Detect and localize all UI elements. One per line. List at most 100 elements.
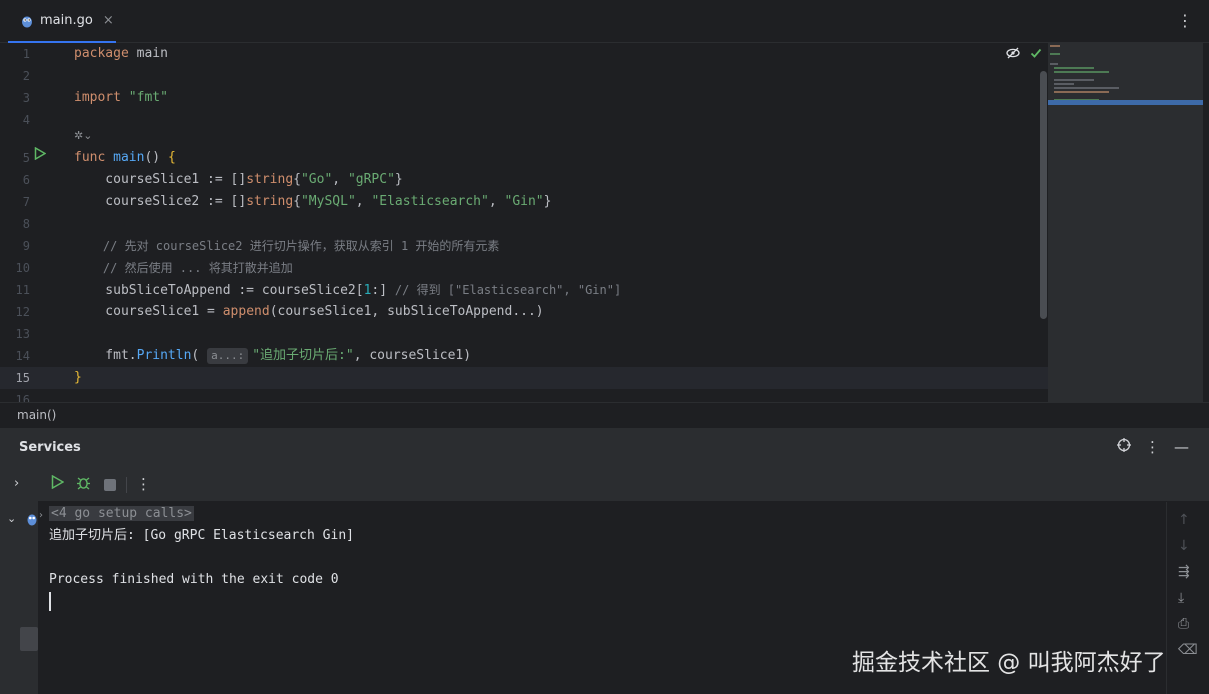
console-toolbar: ↑ ↓ ⇶ ⤓ ⎙ ⌫ (1166, 502, 1209, 694)
editor-scrollbar[interactable] (1040, 71, 1047, 319)
line-number: 8 (22, 217, 30, 231)
line-number: 7 (22, 195, 30, 209)
stop-icon[interactable] (104, 479, 116, 491)
more-icon[interactable]: ⋮ (136, 475, 151, 493)
string-literal: "MySQL" (300, 194, 356, 209)
code-text: courseSlice1 = (74, 304, 223, 319)
code-text: , (355, 194, 372, 209)
code-minimap[interactable] (1048, 43, 1203, 402)
code-line: 14 fmt.Println( a...: "追加子切片后:", courseSl… (0, 345, 1048, 367)
code-text: , courseSlice1) (353, 348, 472, 363)
ai-suggestion-icon[interactable]: ✲⌄ (74, 129, 92, 142)
code-comment: // 然后使用 ... 将其打散并追加 (74, 261, 293, 275)
line-number: 14 (15, 349, 30, 363)
builtin-function: append (222, 304, 270, 319)
scroll-up-icon[interactable]: ↑ (1178, 512, 1190, 528)
toolbar-divider (126, 477, 127, 493)
close-icon[interactable]: × (103, 13, 114, 28)
debug-icon[interactable] (76, 475, 91, 494)
code-text: subSliceToAppend := courseSlice2[ (74, 283, 364, 298)
brace: } (74, 370, 82, 385)
keyword: import (74, 90, 121, 105)
code-line: 12 courseSlice1 = append(courseSlice1, s… (0, 301, 1048, 323)
panel-title: Services (19, 440, 81, 455)
fold-icon[interactable]: › (39, 510, 43, 521)
console-line: 追加子切片后: [Go gRPC Elasticsearch Gin] (49, 528, 354, 543)
string-literal: "追加子切片后:" (252, 348, 354, 363)
chevron-right-icon[interactable]: › (14, 476, 19, 491)
tab-main-go[interactable]: main.go × (8, 0, 116, 43)
line-number: 10 (15, 261, 30, 275)
string-literal: "fmt" (128, 90, 168, 105)
tree-selection[interactable] (20, 627, 38, 651)
line-number: 13 (15, 327, 30, 341)
code-text: fmt. (74, 348, 137, 363)
run-icon[interactable] (51, 474, 65, 493)
more-icon[interactable]: ⋮ (1177, 12, 1193, 30)
breadcrumb[interactable]: main() (0, 402, 1209, 427)
code-text: (courseSlice1, subSliceToAppend...) (269, 304, 544, 319)
target-icon[interactable] (1117, 438, 1131, 456)
code-text: courseSlice1 := [] (74, 172, 247, 187)
code-line: 6 courseSlice1 := []string{"Go", "gRPC"} (0, 169, 1048, 191)
line-number: 11 (15, 283, 30, 297)
collapsed-setup-calls[interactable]: <4 go setup calls> (49, 506, 194, 521)
code-editor[interactable]: 1 package main 2 3 import "fmt" 4 ✲⌄ 5 func… (0, 43, 1048, 402)
gopher-icon (22, 16, 32, 27)
string-literal: "Elasticsearch" (371, 194, 489, 209)
clear-icon[interactable]: ⌫ (1178, 642, 1198, 658)
code-line: 11 subSliceToAppend := courseSlice2[1:] … (0, 279, 1048, 301)
current-code-line: 15} (0, 367, 1048, 389)
string-literal: "gRPC" (347, 172, 395, 187)
type-name: string (246, 194, 294, 209)
console-line: Process finished with the exit code 0 (49, 572, 339, 587)
more-icon[interactable]: ⋮ (1145, 438, 1160, 456)
code-comment: // 先对 courseSlice2 进行切片操作，获取从索引 1 开始的所有元… (74, 239, 500, 253)
code-line: 5 func main() { (0, 147, 1048, 169)
keyword: package (74, 46, 129, 61)
line-number: 9 (22, 239, 30, 253)
function-name: main (113, 150, 145, 165)
soft-wrap-icon[interactable]: ⇶ (1178, 564, 1190, 580)
panel-actions: ⋮ — (1117, 438, 1189, 456)
line-number: 6 (22, 173, 30, 187)
string-literal: "Go" (300, 172, 333, 187)
services-panel-header: Services ⋮ — (0, 427, 1209, 468)
scroll-down-icon[interactable]: ↓ (1178, 538, 1190, 554)
gopher-icon[interactable] (26, 512, 38, 526)
scroll-to-end-icon[interactable]: ⤓ (1178, 590, 1184, 606)
code-line: 3 import "fmt" (0, 87, 1048, 109)
tab-label: main.go (40, 13, 93, 28)
run-toolbar: ⋮ (38, 468, 1209, 502)
string-literal: "Gin" (504, 194, 544, 209)
line-number: 2 (22, 69, 30, 83)
code-line: 16 (0, 389, 1048, 402)
line-number: 3 (22, 91, 30, 105)
run-icon[interactable] (34, 146, 47, 164)
code-line: 7 courseSlice2 := []string{"MySQL", "Ela… (0, 191, 1048, 213)
code-text: , (488, 194, 505, 209)
code-text: () (144, 150, 168, 165)
code-line: 1 package main (0, 43, 1048, 65)
editor-tab-bar: main.go × ⋮ (0, 0, 1209, 43)
line-number: 12 (15, 305, 30, 319)
code-line: 10 // 然后使用 ... 将其打散并追加 (0, 257, 1048, 279)
print-icon[interactable]: ⎙ (1178, 616, 1189, 632)
keyword: func (74, 150, 106, 165)
line-number: 4 (22, 113, 30, 127)
minimize-icon[interactable]: — (1174, 438, 1189, 456)
parameter-hint: a...: (207, 348, 249, 364)
code-text: { (293, 172, 301, 187)
services-tree: › ⌄ (0, 468, 38, 694)
package-name: main (128, 46, 168, 61)
code-line: 8 (0, 213, 1048, 235)
code-line: 9 // 先对 courseSlice2 进行切片操作，获取从索引 1 开始的所… (0, 235, 1048, 257)
code-text: , (332, 172, 348, 187)
watermark: 掘金技术社区 @ 叫我阿杰好了 (852, 650, 1166, 676)
code-line: 13 (0, 323, 1048, 345)
chevron-down-icon[interactable]: ⌄ (7, 512, 16, 525)
code-line: 4 (0, 109, 1048, 131)
code-text: courseSlice2 := [] (74, 194, 247, 209)
line-number: 15 (15, 371, 30, 385)
code-text: ( (191, 348, 200, 363)
